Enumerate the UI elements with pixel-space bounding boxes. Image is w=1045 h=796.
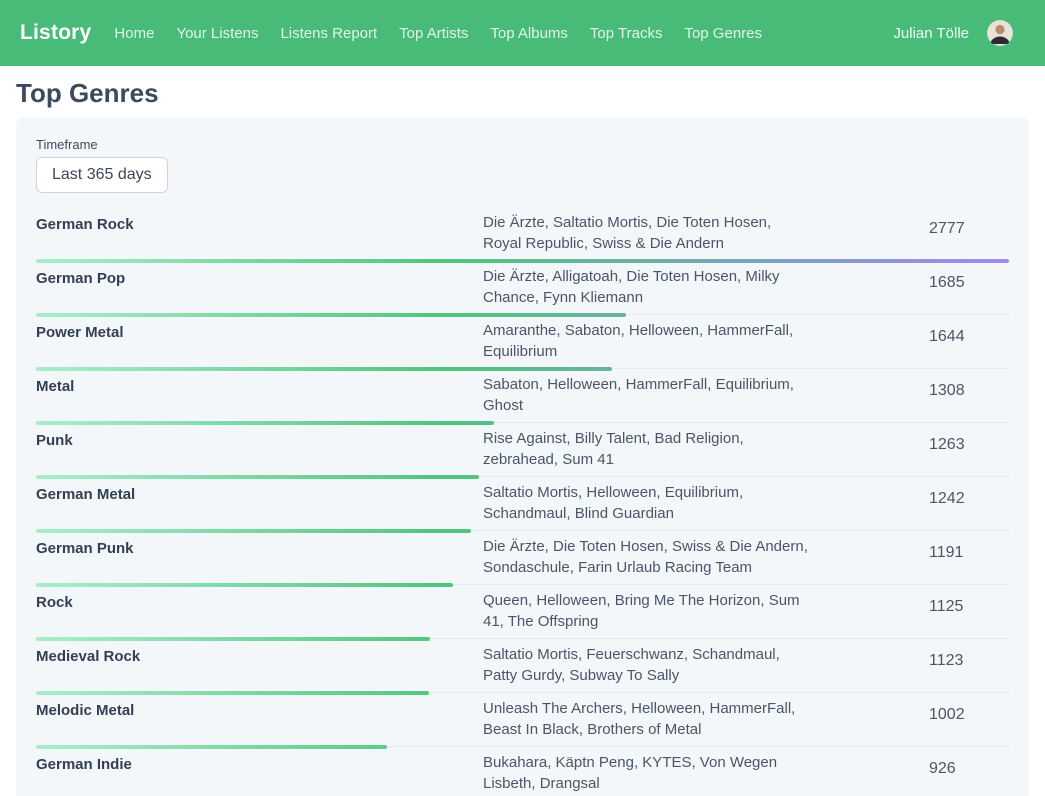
genre-artists: Sabaton, Helloween, HammerFall, Equilibr… bbox=[483, 374, 813, 416]
genre-artists: Die Ärzte, Alligatoah, Die Toten Hosen, … bbox=[483, 266, 813, 308]
genre-name: Melodic Metal bbox=[36, 698, 483, 721]
genre-row: German Indie Bukahara, Käptn Peng, KYTES… bbox=[36, 747, 1009, 796]
top-genres-card: Timeframe Last 365 days German Rock Die … bbox=[16, 117, 1029, 796]
genre-row: Melodic Metal Unleash The Archers, Hello… bbox=[36, 693, 1009, 747]
user-avatar-icon[interactable] bbox=[987, 20, 1013, 46]
genre-name: Punk bbox=[36, 428, 483, 451]
genre-artists: Die Ärzte, Saltatio Mortis, Die Toten Ho… bbox=[483, 212, 813, 254]
nav-link-your-listens[interactable]: Your Listens bbox=[176, 25, 258, 42]
genre-count: 1123 bbox=[929, 644, 1009, 671]
genre-artists: Rise Against, Billy Talent, Bad Religion… bbox=[483, 428, 813, 470]
main-content: Top Genres Timeframe Last 365 days Germa… bbox=[0, 78, 1045, 796]
genre-artists: Die Ärzte, Die Toten Hosen, Swiss & Die … bbox=[483, 536, 813, 578]
genres-table: German Rock Die Ärzte, Saltatio Mortis, … bbox=[36, 207, 1009, 796]
genre-count: 926 bbox=[929, 752, 1009, 779]
genre-row: Rock Queen, Helloween, Bring Me The Hori… bbox=[36, 585, 1009, 639]
genre-artists: Unleash The Archers, Helloween, HammerFa… bbox=[483, 698, 813, 740]
genre-name: Power Metal bbox=[36, 320, 483, 343]
genre-count: 1308 bbox=[929, 374, 1009, 401]
genre-row: Power Metal Amaranthe, Sabaton, Hellowee… bbox=[36, 315, 1009, 369]
nav-link-home[interactable]: Home bbox=[114, 25, 154, 42]
genre-row: Medieval Rock Saltatio Mortis, Feuerschw… bbox=[36, 639, 1009, 693]
genre-name: Rock bbox=[36, 590, 483, 613]
nav-links: Home Your Listens Listens Report Top Art… bbox=[114, 25, 784, 42]
genre-row: Metal Sabaton, Helloween, HammerFall, Eq… bbox=[36, 369, 1009, 423]
genre-row: German Rock Die Ärzte, Saltatio Mortis, … bbox=[36, 207, 1009, 261]
genre-name: Metal bbox=[36, 374, 483, 397]
genre-name: German Punk bbox=[36, 536, 483, 559]
genre-count: 1644 bbox=[929, 320, 1009, 347]
genre-row: German Punk Die Ärzte, Die Toten Hosen, … bbox=[36, 531, 1009, 585]
genre-count: 1263 bbox=[929, 428, 1009, 455]
timeframe-field: Timeframe Last 365 days bbox=[36, 137, 1009, 193]
user-name[interactable]: Julian Tölle bbox=[893, 25, 969, 42]
genre-artists: Queen, Helloween, Bring Me The Horizon, … bbox=[483, 590, 813, 632]
genre-name: German Indie bbox=[36, 752, 483, 775]
genre-artists: Saltatio Mortis, Feuerschwanz, Schandmau… bbox=[483, 644, 813, 686]
nav-link-listens-report[interactable]: Listens Report bbox=[280, 25, 377, 42]
genre-artists: Saltatio Mortis, Helloween, Equilibrium,… bbox=[483, 482, 813, 524]
genre-artists: Bukahara, Käptn Peng, KYTES, Von Wegen L… bbox=[483, 752, 813, 794]
timeframe-label: Timeframe bbox=[36, 137, 1009, 152]
nav-link-top-genres[interactable]: Top Genres bbox=[684, 25, 762, 42]
genre-count: 1125 bbox=[929, 590, 1009, 617]
genre-count: 1242 bbox=[929, 482, 1009, 509]
timeframe-select[interactable]: Last 365 days bbox=[36, 157, 168, 193]
genre-name: German Metal bbox=[36, 482, 483, 505]
genre-count: 1002 bbox=[929, 698, 1009, 725]
nav-link-top-tracks[interactable]: Top Tracks bbox=[590, 25, 663, 42]
genre-row: Punk Rise Against, Billy Talent, Bad Rel… bbox=[36, 423, 1009, 477]
genre-count: 1685 bbox=[929, 266, 1009, 293]
genre-name: German Pop bbox=[36, 266, 483, 289]
page-title: Top Genres bbox=[16, 78, 1029, 109]
genre-count: 2777 bbox=[929, 212, 1009, 239]
genre-name: German Rock bbox=[36, 212, 483, 235]
navbar: Listory Home Your Listens Listens Report… bbox=[0, 0, 1045, 66]
brand-link[interactable]: Listory bbox=[20, 21, 91, 45]
avatar-photo-placeholder bbox=[987, 20, 1013, 46]
genre-name: Medieval Rock bbox=[36, 644, 483, 667]
genre-artists: Amaranthe, Sabaton, Helloween, HammerFal… bbox=[483, 320, 813, 362]
nav-link-top-artists[interactable]: Top Artists bbox=[399, 25, 468, 42]
genre-count: 1191 bbox=[929, 536, 1009, 563]
nav-link-top-albums[interactable]: Top Albums bbox=[490, 25, 568, 42]
genre-row: German Pop Die Ärzte, Alligatoah, Die To… bbox=[36, 261, 1009, 315]
genre-row: German Metal Saltatio Mortis, Helloween,… bbox=[36, 477, 1009, 531]
